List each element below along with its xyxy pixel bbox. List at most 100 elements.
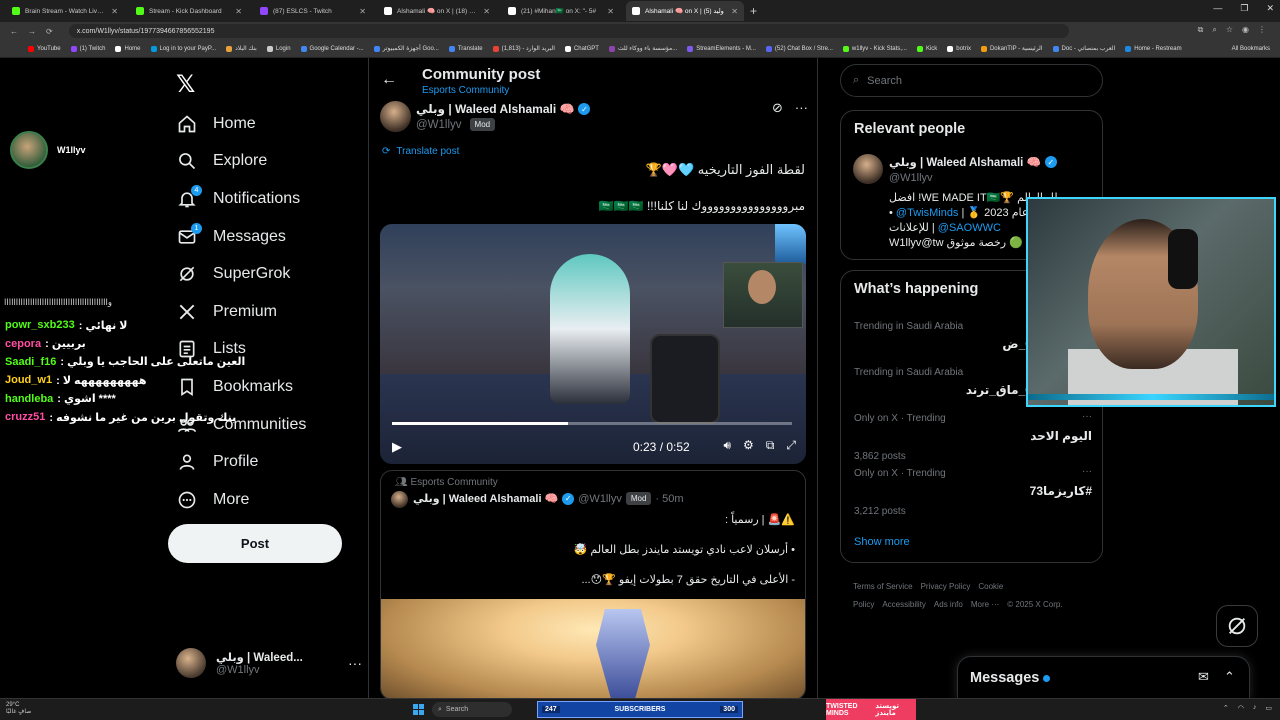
back-nav-icon[interactable]: ← [10, 27, 18, 36]
footer-link[interactable]: Accessibility [882, 600, 926, 609]
nav-item-premium[interactable]: Premium [176, 293, 306, 331]
bookmark-item[interactable]: بنك البلاد [226, 45, 257, 52]
bookmark-item[interactable]: Kick [916, 45, 937, 52]
nav-item-messages[interactable]: 1 Messages [176, 218, 306, 256]
profile-icon[interactable]: ◉ [1242, 25, 1249, 35]
bookmark-item[interactable]: مؤسسة باء ووكاء للت... [608, 45, 677, 52]
post-button[interactable]: Post [168, 524, 342, 563]
bookmark-item[interactable]: YouTube [28, 45, 61, 52]
zoom-icon[interactable]: ⌕ [1212, 25, 1216, 35]
bookmark-item[interactable]: Doc - العرب بمنصاتي [1052, 45, 1115, 52]
bookmark-item[interactable]: StreamElements - M... [687, 45, 756, 52]
tab-close-icon[interactable]: ✕ [235, 7, 242, 16]
nav-item-explore[interactable]: Explore [176, 143, 306, 181]
bio-link-twisminds[interactable]: @TwisMinds [896, 207, 959, 219]
author-name-row[interactable]: وبلي | Waleed Alshamali 🧠 ✓ [416, 102, 591, 116]
menu-icon[interactable]: ⋮ [1258, 25, 1266, 35]
nav-item-profile[interactable]: Profile [176, 443, 306, 481]
bookmark-item[interactable]: Log in to your PayP... [150, 45, 216, 52]
community-link[interactable]: Esports Community [422, 85, 509, 96]
bookmark-item[interactable]: Home [115, 45, 141, 52]
play-icon[interactable]: ▶ [392, 439, 402, 455]
more-dots-icon[interactable]: ··· [1082, 411, 1092, 422]
more-options-icon[interactable]: ··· [795, 100, 808, 116]
bookmark-item[interactable]: البريد الوارد - (1,813) [492, 45, 555, 52]
bookmark-item[interactable]: Login [266, 45, 291, 52]
taskbar-search[interactable]: ⌕ Search [432, 702, 512, 717]
x-logo-icon[interactable]: 𝕏 [176, 70, 195, 99]
bookmark-item[interactable]: (52) Chat Box / Stre... [765, 45, 833, 52]
bookmark-item[interactable]: w1llyv - Kick Stats,... [842, 45, 907, 52]
nav-item-lists[interactable]: Lists [176, 331, 306, 369]
url-field[interactable]: x.com/W1llyv/status/1977394667856552195 [68, 24, 1069, 38]
footer-link[interactable]: © 2025 X Corp. [1007, 600, 1062, 609]
back-arrow-icon[interactable]: ← [381, 71, 397, 89]
tab-close-icon[interactable]: ✕ [731, 7, 738, 16]
footer-link[interactable]: Terms of Service [853, 582, 913, 591]
author-avatar[interactable] [380, 101, 411, 132]
battery-icon[interactable]: ▭ [1265, 704, 1272, 712]
nav-item-bookmarks[interactable]: Bookmarks [176, 368, 306, 406]
maximize-icon[interactable]: ❐ [1240, 3, 1248, 14]
settings-icon[interactable]: ⚙ [743, 438, 754, 453]
tab-close-icon[interactable]: ✕ [483, 7, 490, 16]
grok-icon[interactable]: ⊘ [772, 100, 783, 116]
windows-start-icon[interactable] [413, 704, 424, 715]
author-handle[interactable]: @W1llyv [416, 119, 462, 131]
tab-close-icon[interactable]: ✕ [359, 7, 366, 16]
weather-widget[interactable]: 29°C صافٍ غالبًا [6, 702, 31, 716]
footer-link[interactable]: Ads info [934, 600, 963, 609]
video-progress-bar[interactable] [392, 422, 792, 425]
avatar[interactable] [853, 154, 883, 184]
close-window-icon[interactable]: ✕ [1266, 3, 1274, 14]
video-player[interactable]: ▶ 0:23 / 0:52 🔊︎ ⚙ ⧉ ⤢ [380, 224, 806, 464]
forward-nav-icon[interactable]: → [28, 27, 36, 36]
tab-close-icon[interactable]: ✕ [111, 7, 118, 16]
more-dots-icon[interactable]: ··· [348, 655, 362, 671]
footer-link[interactable]: More ··· [971, 600, 999, 609]
tab-close-icon[interactable]: ✕ [607, 7, 614, 16]
browser-tab[interactable]: (21) #Mihan🇸🇦 on X: "- 5# ✕ [502, 1, 620, 21]
nav-item-home[interactable]: Home [176, 105, 306, 143]
all-bookmarks[interactable]: All Bookmarks [1232, 46, 1270, 52]
bookmark-item[interactable]: ChatGPT [564, 45, 599, 52]
bio-link-saowwc[interactable]: @SAOWWC [938, 222, 1001, 234]
trend-item[interactable]: Only on X · Trending اليوم الاحد ··· 3,862 … [854, 411, 1092, 463]
volume-icon[interactable]: 🔊︎ [723, 438, 731, 453]
footer-link[interactable]: Privacy Policy [921, 582, 971, 591]
reload-icon[interactable]: ⟳ [46, 27, 53, 36]
star-icon[interactable]: ☆ [1226, 25, 1233, 35]
browser-tab[interactable]: (87) ESLCS - Twitch ✕ [254, 1, 372, 21]
bookmark-item[interactable]: (1) Twitch [70, 45, 105, 52]
browser-tab[interactable]: Stream - Kick Dashboard ✕ [130, 1, 248, 21]
bookmark-item[interactable]: Home - Restream [1125, 45, 1182, 52]
browser-tab[interactable]: Alshamali 🧠 on X | وليد (18) ✕ [378, 1, 496, 21]
bookmark-item[interactable]: DokanTIP - الرئيسية [980, 45, 1043, 52]
translate-post-link[interactable]: ⟳ Translate post [382, 146, 459, 157]
minimize-icon[interactable]: — [1213, 3, 1222, 14]
bookmark-item[interactable]: Translate [448, 45, 483, 52]
trend-item[interactable]: Only on X · Trending #كاريزما73 ··· 3,212 p… [854, 466, 1092, 518]
more-dots-icon[interactable]: ··· [1082, 466, 1092, 477]
chevron-up-icon[interactable]: ⌃ [1223, 704, 1229, 712]
pip-icon[interactable]: ⧉ [766, 438, 775, 453]
nav-item-notifications[interactable]: 4 Notifications [176, 180, 306, 218]
relevant-person-name-row[interactable]: وبلي | Waleed Alshamali 🧠 ✓ [889, 155, 1057, 169]
new-message-icon[interactable]: ✉ [1198, 669, 1209, 685]
nav-item-more[interactable]: More [176, 481, 306, 519]
volume-icon[interactable]: ♪ [1253, 704, 1257, 712]
bookmark-item[interactable]: botrix [947, 45, 971, 52]
bookmark-item[interactable]: أجهزة الكمبيوتر Goo... [373, 45, 439, 52]
fullscreen-icon[interactable]: ⤢ [786, 438, 796, 453]
grok-floating-button[interactable] [1216, 605, 1258, 647]
extension-icon[interactable]: ⧉ [1198, 25, 1204, 35]
bookmark-item[interactable]: Google Calendar -... [300, 45, 364, 52]
show-more-link[interactable]: Show more [854, 536, 910, 548]
nav-item-communities[interactable]: Communities [176, 406, 306, 444]
browser-tab[interactable]: Brain Stream - Watch Live on K ✕ [6, 1, 124, 21]
quoted-post[interactable]: 👥︎ Esports Community وبلي | Waleed Alsha… [380, 470, 806, 700]
wifi-icon[interactable]: ◠ [1238, 704, 1244, 712]
nav-item-supergrok[interactable]: SuperGrok [176, 255, 306, 293]
browser-tab[interactable]: Alshamali 🧠 on X | وليد (5) ✕ [626, 1, 744, 21]
messages-drawer[interactable]: Messages ✉ ⌃ [957, 656, 1250, 700]
